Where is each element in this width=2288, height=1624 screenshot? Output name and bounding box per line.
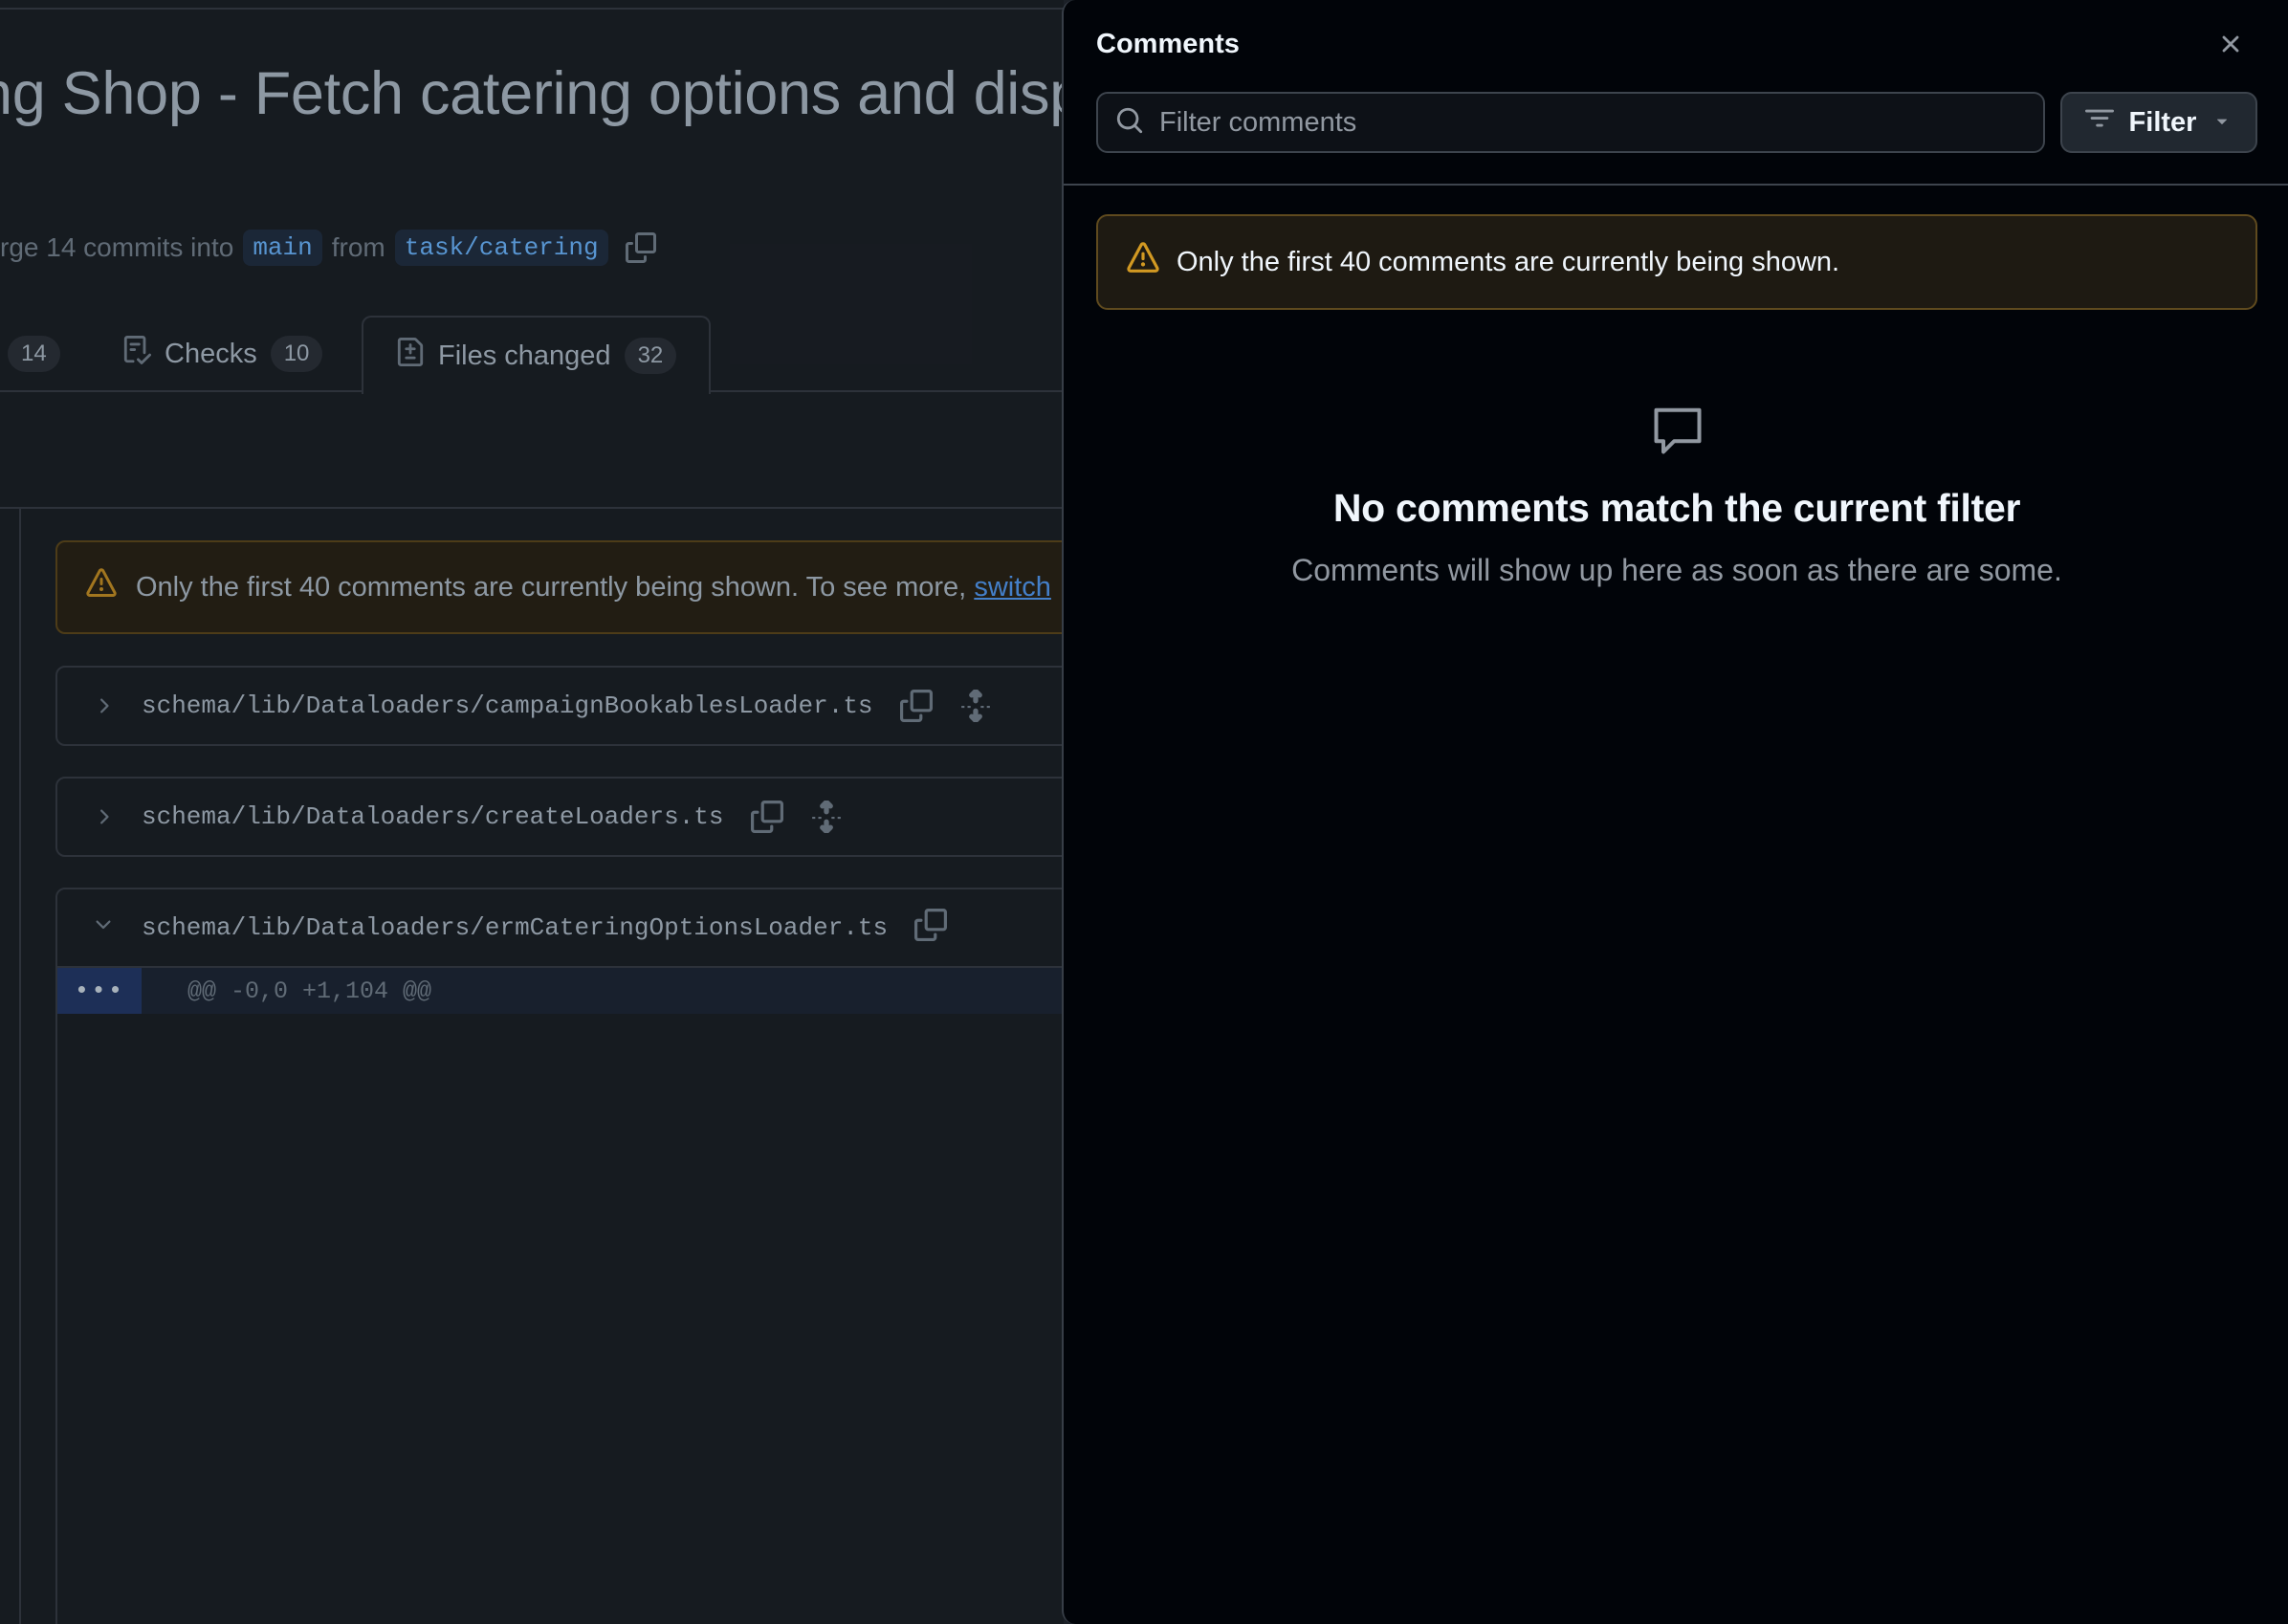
file-diff-icon — [396, 338, 425, 374]
file-header[interactable]: schema/lib/Dataloaders/createLoaders.ts — [55, 777, 1064, 857]
checklist-icon — [122, 336, 152, 372]
alert-icon — [86, 568, 117, 606]
chevron-down-icon[interactable] — [92, 913, 115, 943]
close-icon[interactable] — [2211, 25, 2250, 63]
panel-title: Comments — [1096, 29, 1240, 59]
alert-icon — [1127, 242, 1159, 282]
pr-title: ng Shop - Fetch catering options and dis… — [0, 60, 1064, 127]
hunk-range: @@ -0,0 +1,104 @@ — [187, 977, 432, 1005]
tab-commits[interactable]: 14 — [8, 316, 60, 392]
comments-limit-banner: Only the first 40 comments are currently… — [1096, 214, 2257, 310]
tab-count: 10 — [270, 336, 323, 372]
triangle-down-icon — [2211, 107, 2233, 139]
from-text: from — [331, 232, 385, 262]
filter-icon — [2084, 104, 2114, 141]
search-icon — [1115, 106, 1144, 140]
empty-state-title: No comments match the current filter — [1332, 486, 2021, 530]
copy-icon[interactable] — [914, 908, 948, 948]
tab-count: 14 — [8, 336, 60, 372]
panel-divider — [1064, 184, 2288, 186]
hunk-header: ••• @@ -0,0 +1,104 @@ — [57, 968, 1064, 1014]
copy-icon[interactable] — [625, 232, 656, 263]
copy-icon[interactable] — [750, 801, 783, 833]
search-input[interactable] — [1159, 106, 2020, 139]
file-path: schema/lib/Dataloaders/ermCateringOption… — [142, 913, 889, 942]
toolbar-divider — [0, 507, 1064, 509]
switch-link[interactable]: switch — [974, 572, 1051, 603]
banner-text: Only the first 40 comments are currently… — [136, 571, 967, 603]
banner-text: Only the first 40 comments are currently… — [1177, 246, 1840, 277]
tab-label: Files changed — [438, 340, 611, 371]
file-tree-border — [19, 509, 21, 1624]
head-branch[interactable]: task/catering — [394, 230, 608, 266]
file-diff: schema/lib/Dataloaders/ermCateringOption… — [55, 888, 1064, 1624]
expand-hunk-button[interactable]: ••• — [57, 968, 142, 1014]
fold-icon[interactable] — [959, 688, 992, 724]
chevron-right-icon[interactable] — [92, 694, 115, 717]
filter-comments-input[interactable] — [1096, 92, 2045, 153]
pr-page: ng Shop - Fetch catering options and dis… — [0, 0, 1064, 1624]
tab-files-changed[interactable]: Files changed 32 — [362, 316, 712, 394]
file-path: schema/lib/Dataloaders/createLoaders.ts — [142, 802, 724, 831]
pr-merge-info: rge 14 commits into main from task/cater… — [0, 230, 656, 266]
empty-state-subtitle: Comments will show up here as soon as th… — [1291, 553, 2062, 587]
fold-icon[interactable] — [810, 799, 843, 835]
merge-text: rge 14 commits into — [0, 232, 234, 262]
comments-limit-banner: Only the first 40 comments are currently… — [55, 540, 1064, 634]
file-header[interactable]: schema/lib/Dataloaders/campaignBookables… — [55, 666, 1064, 746]
tab-checks[interactable]: Checks 10 — [122, 316, 323, 392]
filter-label: Filter — [2128, 106, 2197, 138]
pr-tabs: 14 Checks 10 Files changed 32 — [0, 316, 1064, 394]
copy-icon[interactable] — [899, 690, 933, 722]
filter-button[interactable]: Filter — [2060, 92, 2257, 153]
file-path: schema/lib/Dataloaders/campaignBookables… — [142, 691, 873, 720]
header-divider — [0, 8, 1064, 10]
chevron-right-icon[interactable] — [92, 805, 115, 828]
tab-label: Checks — [165, 338, 257, 369]
tab-count: 32 — [624, 338, 677, 374]
file-header[interactable]: schema/lib/Dataloaders/ermCateringOption… — [57, 889, 1064, 968]
comment-icon — [1649, 402, 1706, 459]
base-branch[interactable]: main — [243, 230, 322, 266]
comments-panel: Comments Filter Only the first 40 commen… — [1062, 0, 2288, 1624]
